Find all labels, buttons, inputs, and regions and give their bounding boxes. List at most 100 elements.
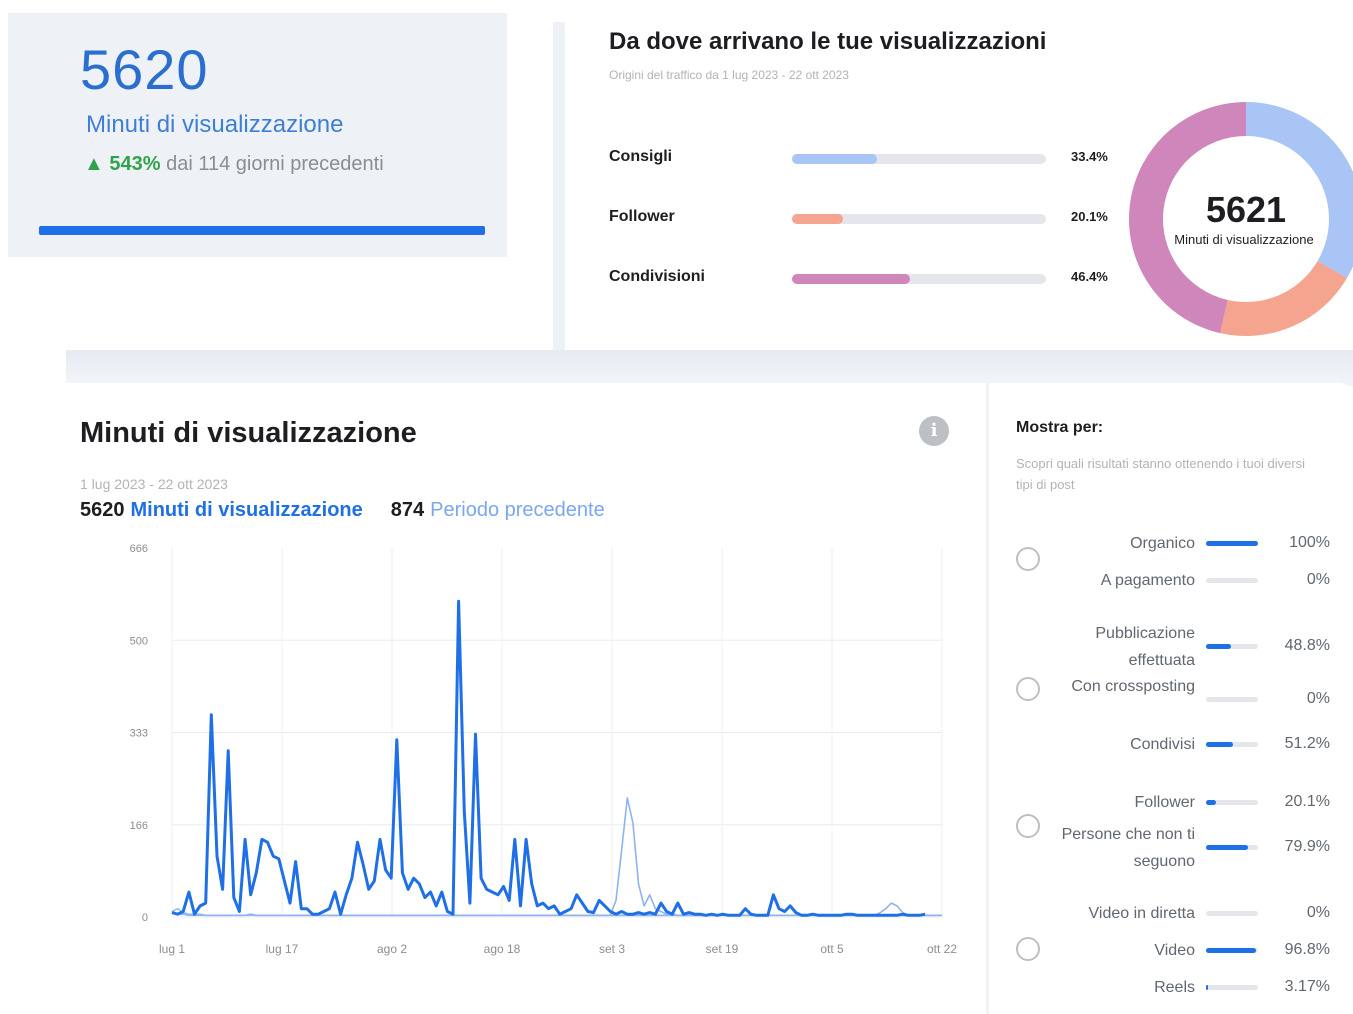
kpi-progress-bar (39, 226, 485, 235)
y-tick-label: 333 (130, 728, 148, 740)
traffic-source-bar-fill (792, 274, 910, 284)
breakdown-pct: 0% (1306, 571, 1330, 588)
breakdown-bar (1206, 800, 1258, 805)
y-tick-label: 0 (142, 912, 148, 924)
traffic-source-bar (792, 214, 1046, 224)
donut-total: 5621 (1205, 189, 1287, 230)
series-line (609, 797, 718, 917)
breakdown-label: Persone che non ti seguono (1061, 826, 1195, 870)
breakdown-bar-fill (1206, 541, 1258, 546)
breakdown-pct: 51.2% (1284, 735, 1330, 752)
traffic-source-pct: 20.1% (1071, 209, 1108, 224)
kpi-card: 5620 Minuti di visualizzazione ▲ 543% da… (8, 13, 507, 257)
traffic-source-bar (792, 274, 1046, 284)
y-tick-label: 666 (130, 543, 148, 555)
x-tick-label: ott 5 (820, 942, 844, 956)
breakdown-pct: 79.9% (1284, 838, 1330, 855)
show-by-radio-publication[interactable] (1016, 677, 1040, 701)
donut-caption-clip: Minuti di visualizzazione (1167, 232, 1321, 252)
panel-divider (986, 383, 989, 1014)
section-background-strip (66, 350, 1353, 386)
breakdown-pct: 0% (1306, 690, 1330, 707)
traffic-title: Da dove arrivano le tue visualizzazioni (609, 28, 1047, 55)
chart-legend: 5620 Minuti di visualizzazione 874 Periodo … (80, 499, 605, 522)
traffic-source-label: Follower (609, 208, 675, 225)
chart-title: Minuti di visualizzazione (80, 417, 417, 449)
watch-time-card: Minuti di visualizzazione i 1 lug 2023 -… (66, 383, 1353, 1014)
x-tick-label: set 19 (706, 942, 739, 956)
breakdown-label: Video (1154, 942, 1195, 959)
breakdown-bar (1206, 742, 1258, 747)
x-tick-label: ago 18 (484, 942, 521, 956)
traffic-subtitle: Origini del traffico da 1 lug 2023 - 22 … (609, 68, 849, 82)
traffic-source-label: Consigli (609, 148, 673, 165)
legend-current-label[interactable]: Minuti di visualizzazione (131, 499, 363, 521)
previous-total: 874 (390, 499, 425, 521)
breakdown-label: Organico (1130, 535, 1195, 552)
y-tick-label: 166 (130, 820, 148, 832)
show-by-subtitle: Scopri quali risultati stanno ottenendo … (1016, 456, 1306, 492)
chart-date-range: 1 lug 2023 - 22 ott 2023 (80, 476, 228, 492)
traffic-donut-chart: 5621 Minuti di visualizzazione (1129, 102, 1353, 336)
traffic-source-bar (792, 154, 1046, 164)
breakdown-bar (1206, 541, 1258, 546)
kpi-change-pct: 543% (109, 153, 161, 175)
watch-time-line-chart: 666 500 333 166 0 lug 1 lug 17 ago 2 ago 18 set 3… (130, 543, 958, 956)
traffic-row-condivisioni: Condivisioni 46.4% (609, 266, 1129, 290)
traffic-source-pct: 33.4% (1071, 149, 1108, 164)
show-by-radio-content-type[interactable] (1016, 937, 1040, 961)
x-tick-label: lug 17 (266, 942, 299, 956)
legend-previous-label[interactable]: Periodo precedente (430, 499, 605, 521)
breakdown-label: Con crossposting (1071, 678, 1195, 695)
breakdown-label: A pagamento (1100, 572, 1195, 589)
traffic-source-label: Condivisioni (609, 268, 705, 285)
breakdown-label: Condivisi (1130, 736, 1195, 753)
breakdown-bar (1206, 911, 1258, 916)
traffic-source-bar-fill (792, 214, 844, 224)
breakdown-label: Reels (1154, 979, 1195, 996)
kpi-change: ▲ 543% dai 114 giorni precedenti (84, 153, 384, 176)
traffic-source-bar-fill (792, 154, 877, 164)
breakdown-bar-fill (1206, 985, 1208, 990)
breakdown-bar (1206, 948, 1258, 953)
x-tick-label: ott 22 (927, 942, 957, 956)
breakdown-bar (1206, 578, 1258, 583)
kpi-label: Minuti di visualizzazione (86, 111, 344, 138)
trend-up-icon: ▲ (84, 153, 104, 175)
donut-slice (1220, 260, 1347, 336)
breakdown-label: Video in diretta (1088, 905, 1195, 922)
breakdown-pct: 48.8% (1284, 637, 1330, 654)
breakdown-bar-fill (1206, 644, 1232, 649)
traffic-source-pct: 46.4% (1071, 269, 1108, 284)
breakdown-pct: 0% (1306, 904, 1330, 921)
x-tick-label: ago 2 (377, 942, 407, 956)
breakdown-bar (1206, 644, 1258, 649)
y-tick-label: 500 (130, 635, 148, 647)
breakdown-bar (1206, 985, 1258, 990)
donut-caption: Minuti di visualizzazione (1174, 232, 1314, 247)
info-icon[interactable]: i (919, 416, 949, 446)
breakdown-bar-fill (1206, 845, 1248, 850)
kpi-value: 5620 (80, 38, 209, 101)
show-by-title: Mostra per: (1016, 419, 1104, 436)
breakdown-bar (1206, 845, 1258, 850)
current-total: 5620 (80, 499, 125, 521)
x-tick-label: set 3 (599, 942, 625, 956)
breakdown-bar-fill (1206, 800, 1217, 805)
breakdown-pct: 3.17% (1284, 978, 1330, 995)
breakdown-pct: 96.8% (1284, 941, 1330, 958)
show-by-radio-audience[interactable] (1016, 814, 1040, 838)
breakdown-bar (1206, 697, 1258, 702)
breakdown-bar-fill (1206, 948, 1257, 953)
breakdown-pct: 20.1% (1284, 793, 1330, 810)
breakdown-bar-fill (1206, 742, 1233, 747)
kpi-change-text: dai 114 giorni precedenti (166, 153, 384, 175)
x-tick-label: lug 1 (159, 942, 185, 956)
traffic-row-follower: Follower 20.1% (609, 206, 1129, 230)
series-line (171, 599, 926, 917)
show-by-radio-distribution[interactable] (1016, 547, 1040, 571)
breakdown-pct: 100% (1289, 534, 1330, 551)
traffic-sources-card: Da dove arrivano le tue visualizzazioni … (553, 22, 1353, 350)
breakdown-label: Pubblicazione effettuata (1095, 625, 1195, 669)
breakdown-label: Follower (1134, 794, 1195, 811)
